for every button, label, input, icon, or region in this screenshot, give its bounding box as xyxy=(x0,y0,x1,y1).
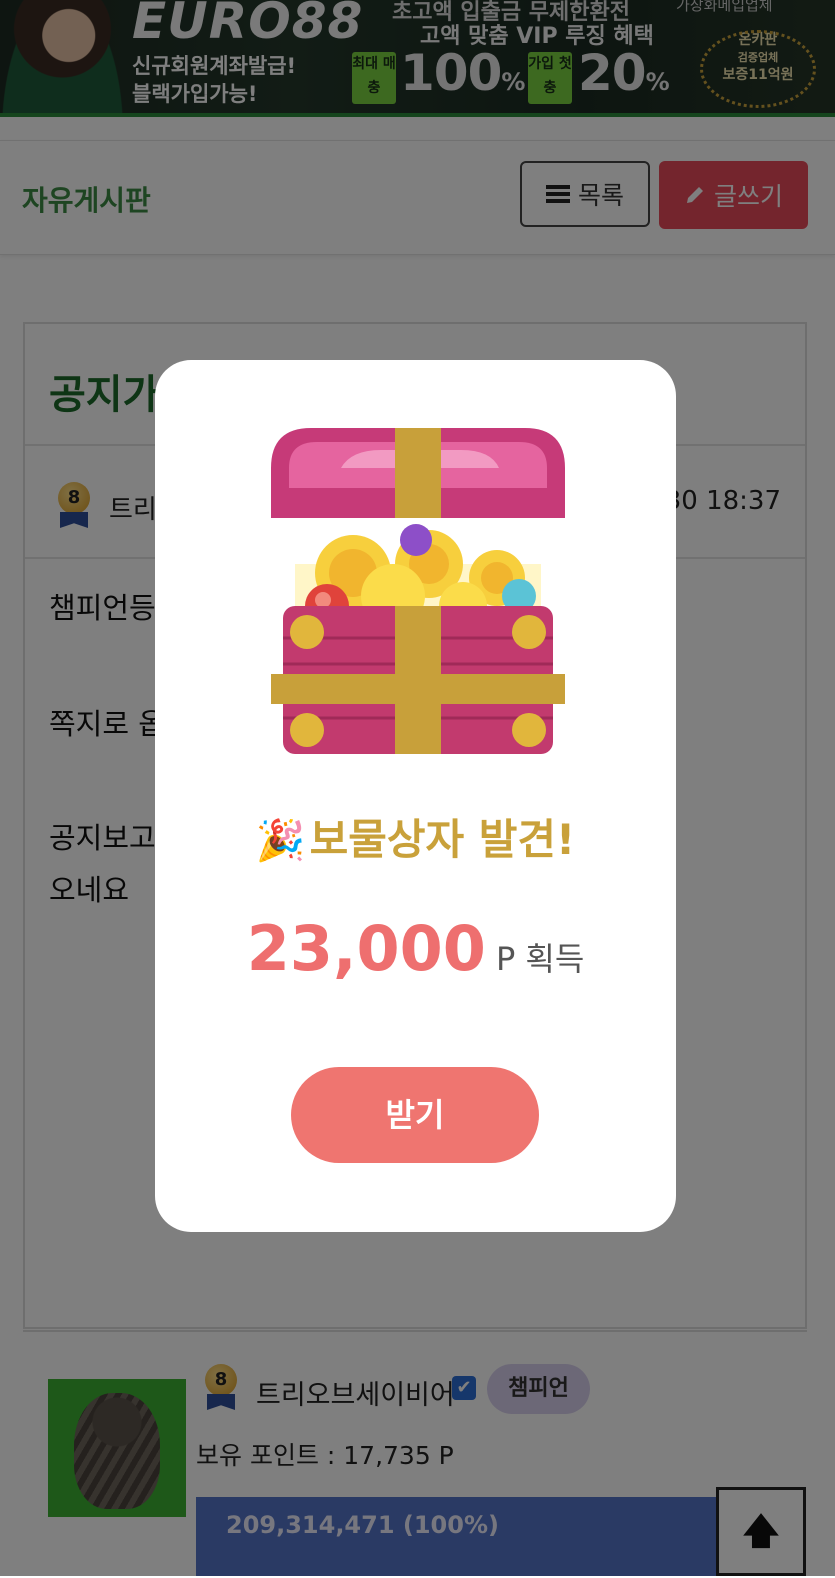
modal-title: 🎉보물상자 발견! xyxy=(155,806,676,867)
reward-value: 23,000 xyxy=(246,912,486,985)
party-popper-icon: 🎉 xyxy=(255,818,306,864)
reward-unit: P 획득 xyxy=(495,940,585,978)
reward-amount: 23,000 P 획득 xyxy=(155,912,676,985)
treasure-chest-icon xyxy=(271,428,565,754)
receive-button[interactable]: 받기 xyxy=(291,1067,539,1163)
treasure-modal: 🎉보물상자 발견! 23,000 P 획득 받기 xyxy=(155,360,676,1232)
modal-title-text: 보물상자 발견! xyxy=(309,815,576,864)
